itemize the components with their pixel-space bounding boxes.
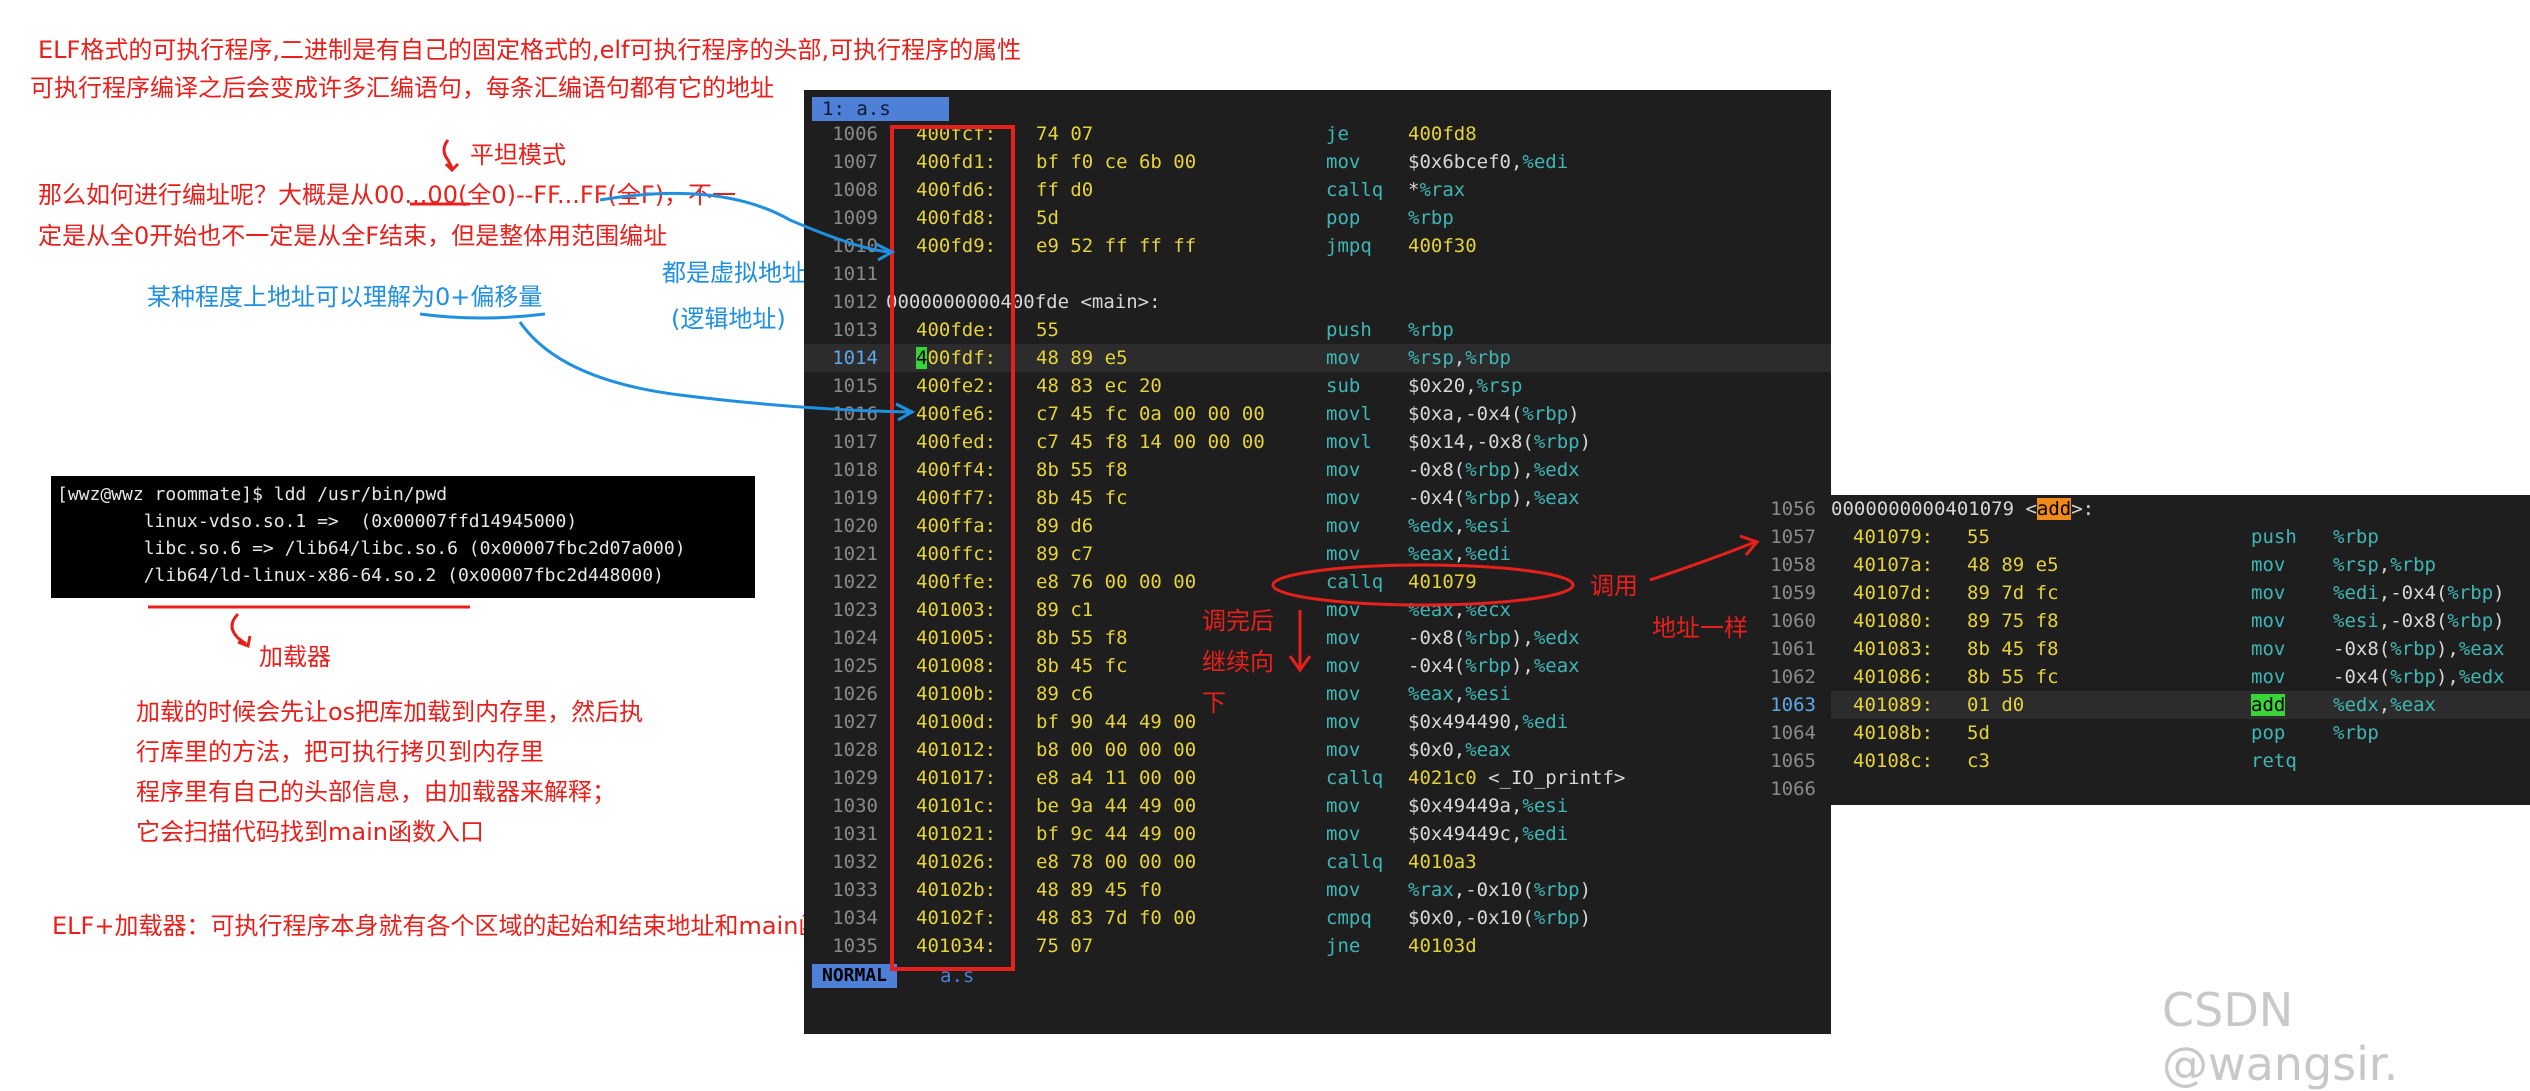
watermark: CSDN @wangsir. <box>2162 983 2399 1091</box>
loader-hook <box>230 612 252 649</box>
call-arrow <box>1649 540 1756 582</box>
callq-add-circle <box>1271 563 1575 607</box>
flat-mode-hook <box>442 139 460 173</box>
virtual-address-arrow <box>599 191 891 254</box>
annotation-strokes <box>148 139 1760 673</box>
offset-arrow <box>518 321 911 414</box>
offset-underline <box>419 312 546 320</box>
